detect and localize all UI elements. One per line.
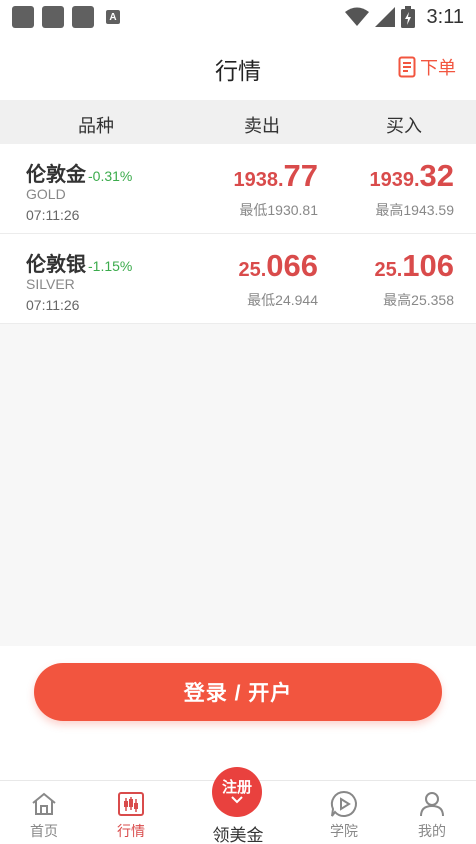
- product-name: 伦敦银: [26, 254, 86, 276]
- order-document-icon: [398, 56, 416, 78]
- tab-bar: 首页 行情 注册 领美金 学院 我的: [0, 767, 476, 844]
- tab-academy[interactable]: 学院: [304, 789, 384, 841]
- product-name: 伦敦金: [26, 164, 86, 186]
- product-change: -0.31%: [88, 168, 133, 184]
- buy-price-integer: 25.: [374, 259, 403, 281]
- wifi-icon: [344, 7, 369, 26]
- tab-register-bonus-label: 领美金: [212, 826, 264, 844]
- sell-low: 最低1930.81: [239, 202, 318, 218]
- product-code: GOLD: [26, 186, 66, 202]
- nav-bar: 行情 下单: [0, 34, 476, 100]
- tab-home-label: 首页: [30, 823, 58, 839]
- buy-high: 最高1943.59: [375, 202, 454, 218]
- order-button-label: 下单: [420, 58, 456, 78]
- register-badge[interactable]: 注册: [212, 767, 262, 817]
- battery-icon: [400, 6, 415, 28]
- empty-area: [0, 324, 476, 646]
- buy-price-decimal: 32: [419, 158, 454, 193]
- notification-icon: [42, 6, 64, 28]
- candlestick-chart-icon: [118, 792, 144, 816]
- user-icon: [420, 792, 444, 817]
- quote-row-silver[interactable]: 伦敦银 -1.15% SILVER 07:11:26 25.066 最低24.9…: [0, 234, 476, 324]
- column-header-buy: 买入: [386, 116, 422, 136]
- home-icon: [32, 792, 56, 815]
- sell-price-decimal: 77: [283, 158, 318, 193]
- notification-a-icon: A: [106, 10, 120, 24]
- sell-price[interactable]: 25.066: [238, 248, 318, 284]
- tab-home[interactable]: 首页: [4, 789, 84, 841]
- buy-price-decimal: 106: [402, 248, 454, 283]
- login-register-button[interactable]: 登录 / 开户: [34, 663, 442, 721]
- system-icons: 3:11: [344, 5, 464, 29]
- product-time: 07:11:26: [26, 297, 80, 313]
- clock: 3:11: [426, 5, 464, 28]
- notification-icon: [72, 6, 94, 28]
- column-header-variety: 品种: [78, 116, 114, 136]
- buy-price[interactable]: 25.106: [374, 248, 454, 284]
- tab-mine[interactable]: 我的: [392, 789, 472, 841]
- tab-mine-label: 我的: [418, 823, 446, 839]
- product-code: SILVER: [26, 276, 75, 292]
- sell-price-integer: 1938.: [233, 169, 284, 191]
- tab-academy-label: 学院: [330, 823, 358, 839]
- product-time: 07:11:26: [26, 207, 80, 223]
- register-badge-label: 注册: [221, 779, 252, 796]
- quote-row-gold[interactable]: 伦敦金 -0.31% GOLD 07:11:26 1938.77 最低1930.…: [0, 144, 476, 234]
- status-bar: A 3:11: [0, 0, 476, 34]
- table-header: 品种 卖出 买入: [0, 100, 476, 144]
- chevron-down-icon: [231, 796, 243, 804]
- product-change: -1.15%: [88, 258, 133, 274]
- buy-price[interactable]: 1939.32: [369, 158, 454, 194]
- buy-price-integer: 1939.: [369, 169, 420, 191]
- tab-quote[interactable]: 行情: [91, 789, 171, 841]
- sell-price-decimal: 066: [266, 248, 318, 283]
- cell-signal-icon: [374, 7, 395, 27]
- play-chat-icon: [330, 790, 357, 817]
- tab-quote-label: 行情: [117, 823, 145, 839]
- sell-low: 最低24.944: [247, 292, 318, 308]
- buy-high: 最高25.358: [383, 292, 454, 308]
- notification-icons: A: [12, 6, 120, 28]
- name-line: 伦敦金 -0.31%: [26, 158, 132, 187]
- notification-icon: [12, 6, 34, 28]
- login-area: 登录 / 开户: [0, 646, 476, 780]
- name-line: 伦敦银 -1.15%: [26, 248, 132, 277]
- sell-price-integer: 25.: [238, 259, 267, 281]
- column-header-sell: 卖出: [244, 116, 280, 136]
- order-button[interactable]: 下单: [398, 54, 456, 80]
- sell-price[interactable]: 1938.77: [233, 158, 318, 194]
